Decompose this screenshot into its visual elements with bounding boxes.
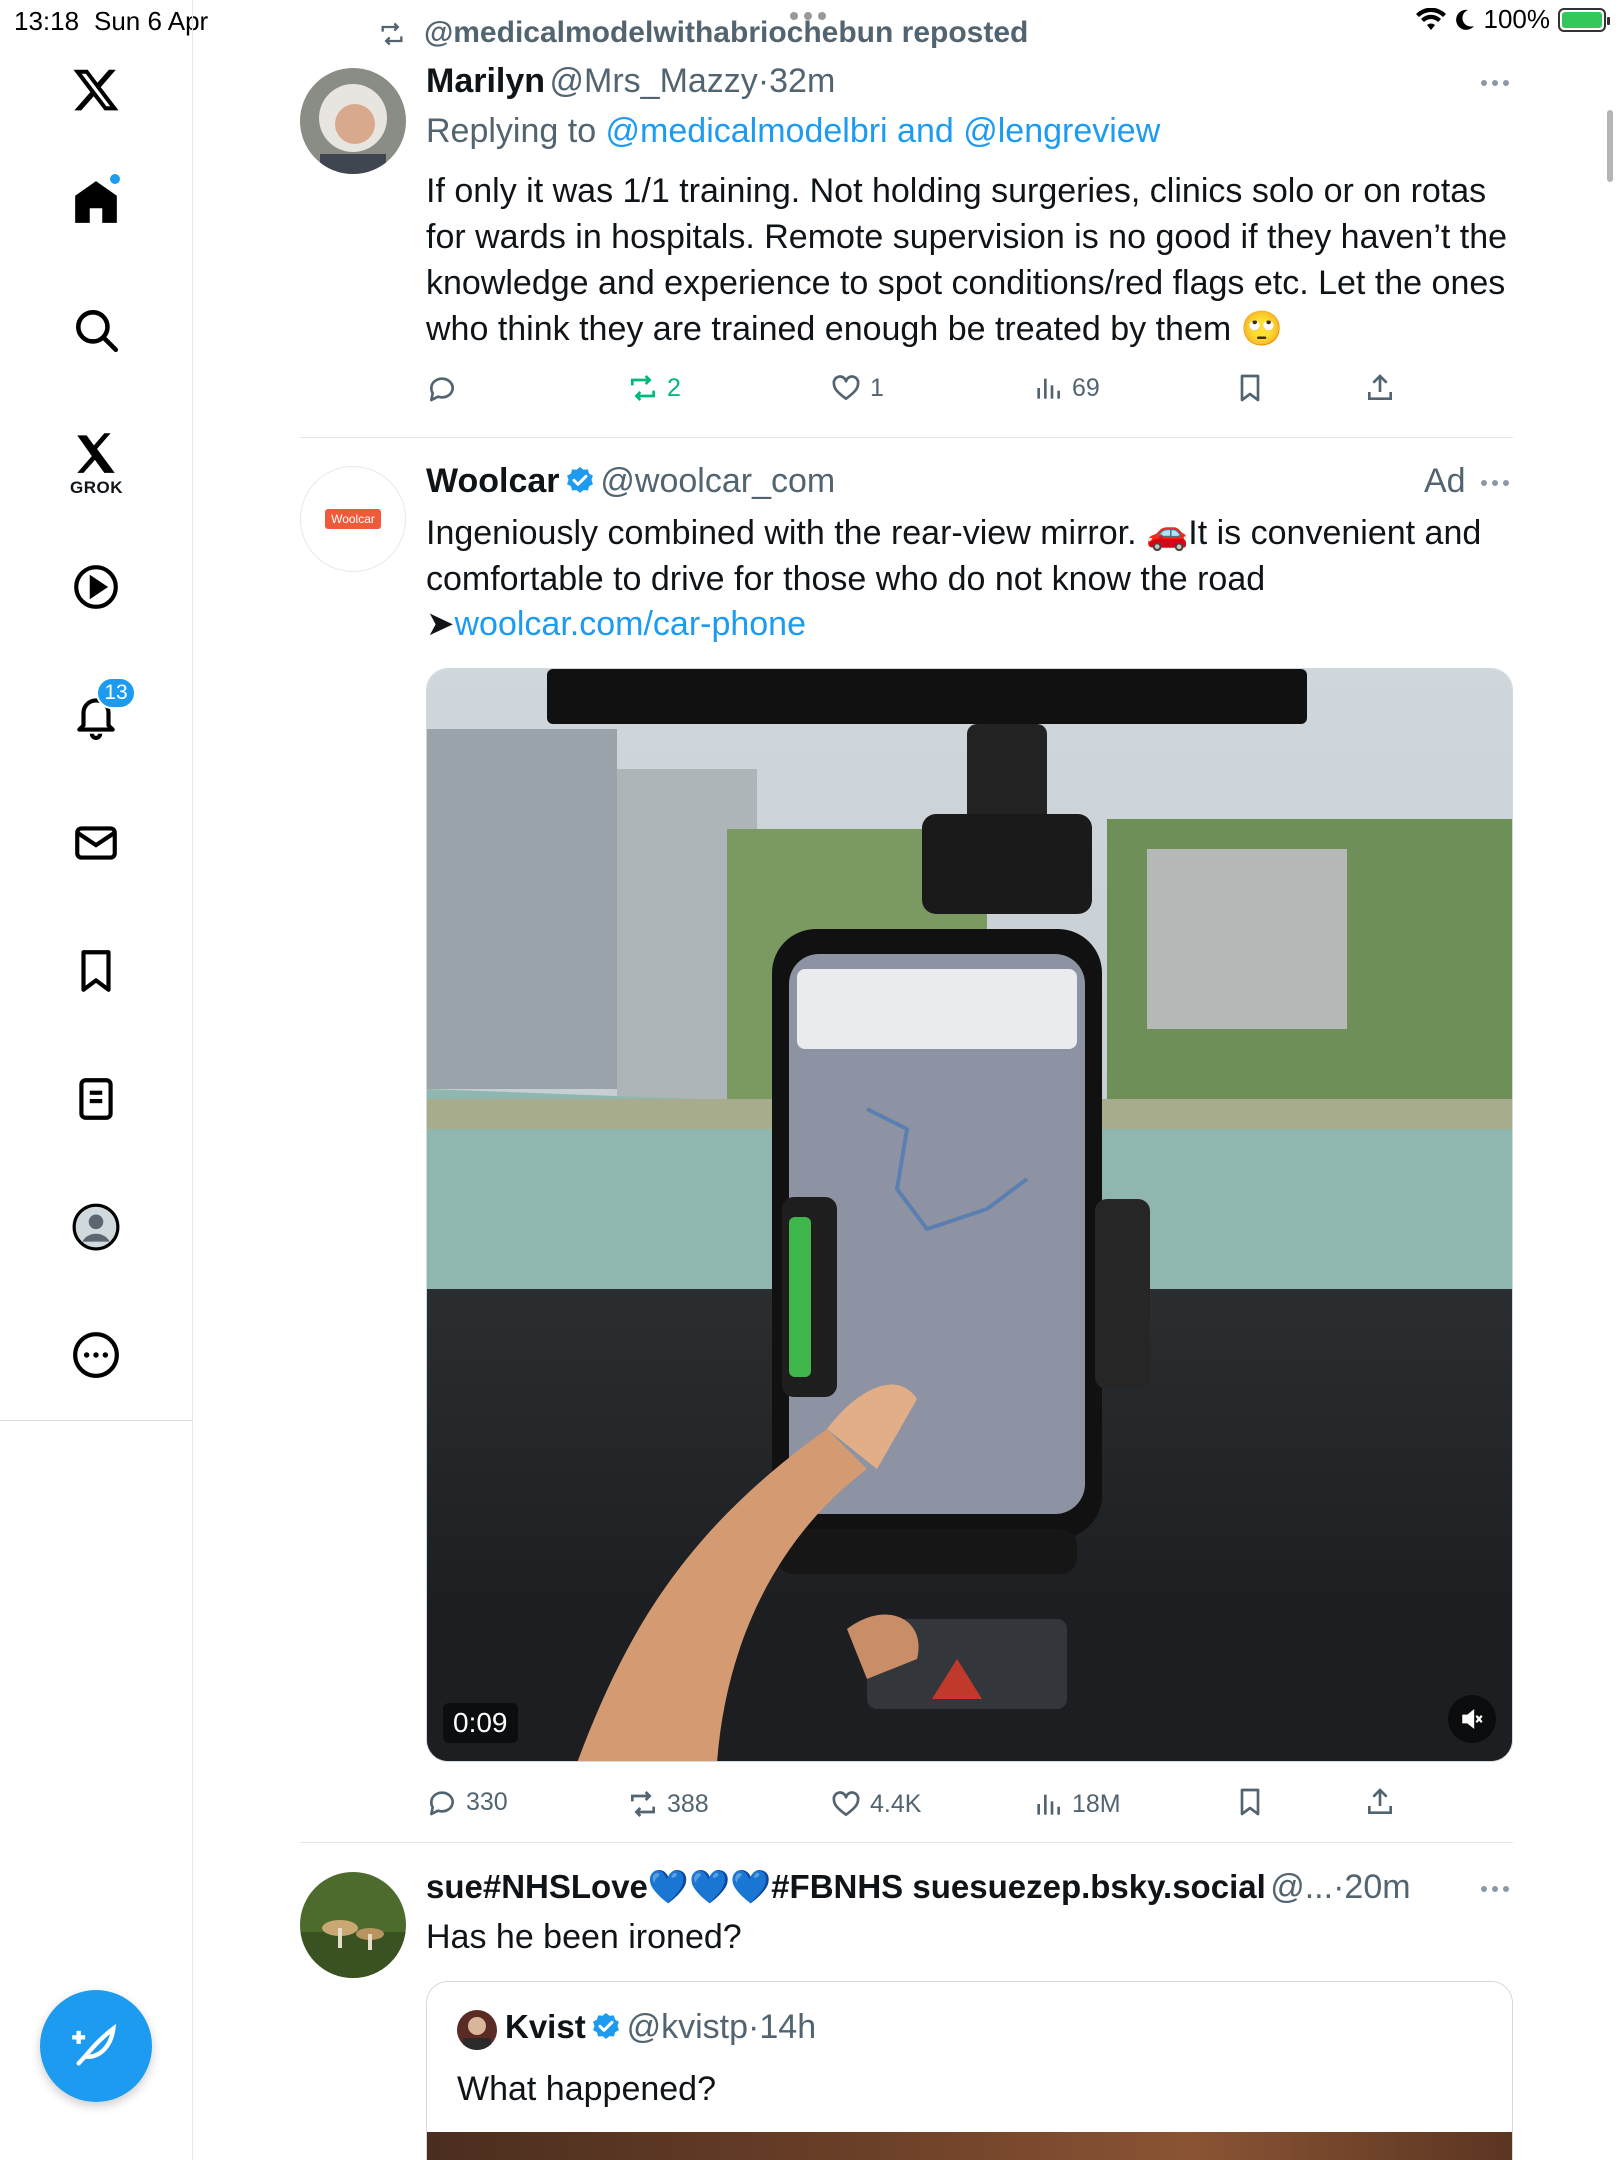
like-button[interactable]: 1: [830, 372, 884, 404]
quoted-post-time[interactable]: 14h: [759, 2008, 816, 2046]
scrollbar[interactable]: [1607, 110, 1613, 182]
avatar-marilyn[interactable]: [300, 68, 406, 174]
views-chart-icon: [1037, 1794, 1060, 1815]
bookmark-button[interactable]: [1234, 1786, 1266, 1818]
quoted-tweet-card[interactable]: Kvist @kvistp·14h What happened?: [426, 1981, 1513, 2160]
compose-feather-icon: [72, 2023, 117, 2066]
views-count: 69: [1072, 373, 1100, 402]
replying-prefix: Replying to: [426, 112, 606, 150]
bookmark-icon: [1240, 1788, 1260, 1816]
like-button[interactable]: 4.4K: [830, 1788, 921, 1820]
more-options-circle-icon[interactable]: [62, 1321, 130, 1389]
home-unread-dot: [108, 172, 122, 186]
reply-icon: [429, 1791, 454, 1816]
author-handle[interactable]: @...: [1270, 1868, 1333, 1906]
heart-icon: [832, 375, 860, 400]
link-arrow: ➤: [426, 605, 455, 643]
video-player[interactable]: 0:09: [426, 668, 1513, 1762]
quoted-tweet-text: What happened?: [457, 2070, 716, 2108]
like-count: 4.4K: [870, 1789, 922, 1818]
messages-envelope-icon[interactable]: [62, 809, 130, 877]
author-name[interactable]: Marilyn: [426, 62, 545, 100]
reply-icon: [429, 377, 454, 402]
share-icon: [1368, 1788, 1392, 1814]
video-duration: 0:09: [443, 1703, 518, 1743]
reply-count: 330: [466, 1787, 508, 1816]
author-name[interactable]: sue#NHSLove💙💙💙#FBNHS suesuezep.bsky.soci…: [426, 1868, 1266, 1905]
battery-icon: [1558, 7, 1610, 32]
profile-avatar-icon[interactable]: [62, 1193, 130, 1261]
share-icon: [1368, 374, 1392, 400]
repost-count: 2: [667, 373, 681, 402]
ad-link[interactable]: woolcar.com/car-phone: [455, 605, 807, 643]
repost-indicator-icon: [381, 22, 403, 46]
tweet-text: Has he been ironed?: [426, 1918, 742, 1956]
dot-separator: ·: [757, 62, 770, 100]
author-handle[interactable]: @Mrs_Mazzy: [550, 62, 758, 100]
sidebar: GROK 13: [0, 0, 193, 2160]
verified-badge-icon: [593, 2013, 620, 2039]
more-menu-icon[interactable]: [1481, 1886, 1509, 1892]
reply-button[interactable]: 330: [426, 1786, 508, 1818]
heart-icon: [832, 1791, 860, 1816]
quoted-author-handle[interactable]: @kvistp: [627, 2008, 748, 2046]
lists-icon[interactable]: [62, 1065, 130, 1133]
share-button[interactable]: [1364, 372, 1396, 404]
repost-icon: [631, 1791, 655, 1817]
bookmarks-icon[interactable]: [62, 937, 130, 1005]
verified-badge-icon: [567, 467, 593, 493]
mute-button[interactable]: [1448, 1695, 1496, 1743]
speaker-muted-icon: [1462, 1709, 1483, 1729]
repost-label[interactable]: @medicalmodelwithabriochebun reposted: [424, 16, 1028, 50]
quoted-author-name[interactable]: Kvist: [505, 2008, 586, 2045]
share-button[interactable]: [1364, 1786, 1396, 1818]
tweet-text: Ingeniously combined with the rear-view …: [426, 514, 1482, 598]
tweet-text: If only it was 1/1 training. Not holding…: [426, 172, 1508, 348]
author-handle[interactable]: @woolcar_com: [600, 462, 835, 500]
quoted-avatar[interactable]: [457, 2010, 497, 2050]
post-time[interactable]: 20m: [1344, 1868, 1410, 1906]
more-menu-icon[interactable]: [1481, 480, 1509, 486]
bookmark-icon: [1240, 374, 1260, 402]
search-icon[interactable]: [62, 296, 130, 364]
tweet-separator: [300, 437, 1513, 438]
moon-icon: [1455, 9, 1474, 30]
video-frame: [427, 669, 1512, 1761]
avatar-woolcar[interactable]: Woolcar: [300, 466, 406, 572]
repost-button[interactable]: 388: [627, 1788, 709, 1820]
dot-separator: ·: [1333, 1868, 1345, 1906]
x-logo-icon[interactable]: [62, 56, 130, 124]
battery-percent: 100%: [1483, 4, 1551, 34]
grok-label: GROK: [70, 478, 123, 497]
quoted-media-thumbnail[interactable]: [427, 2132, 1512, 2160]
ad-label: Ad: [1424, 462, 1466, 500]
views-button[interactable]: 69: [1032, 372, 1100, 404]
post-time[interactable]: 32m: [769, 62, 835, 100]
views-chart-icon: [1037, 378, 1060, 399]
dot-separator: ·: [748, 2008, 760, 2046]
views-button[interactable]: 18M: [1032, 1788, 1121, 1820]
author-name[interactable]: Woolcar: [426, 462, 560, 500]
woolcar-logo: Woolcar: [325, 509, 381, 529]
video-play-icon[interactable]: [62, 553, 130, 621]
wifi-icon: [1415, 7, 1446, 30]
replying-to-link[interactable]: @medicalmodelbri and @lengreview: [606, 112, 1161, 150]
notifications-badge: 13: [96, 677, 136, 709]
grok-icon[interactable]: [62, 418, 130, 486]
avatar-sue[interactable]: [300, 1872, 406, 1978]
more-menu-icon[interactable]: [1481, 80, 1509, 86]
repost-count: 388: [667, 1789, 709, 1818]
views-count: 18M: [1072, 1789, 1121, 1818]
home-icon[interactable]: [62, 168, 130, 236]
tweet-separator: [300, 1842, 1513, 1843]
reply-button[interactable]: [426, 372, 466, 404]
sidebar-divider: [0, 1420, 193, 1421]
compose-post-button[interactable]: [40, 1990, 152, 2102]
notifications-bell-icon[interactable]: 13: [62, 677, 136, 749]
repost-icon: [631, 375, 655, 401]
bookmark-button[interactable]: [1234, 372, 1266, 404]
repost-button[interactable]: 2: [627, 372, 681, 404]
like-count: 1: [870, 373, 884, 402]
status-indicators: 100%: [1415, 4, 1610, 35]
